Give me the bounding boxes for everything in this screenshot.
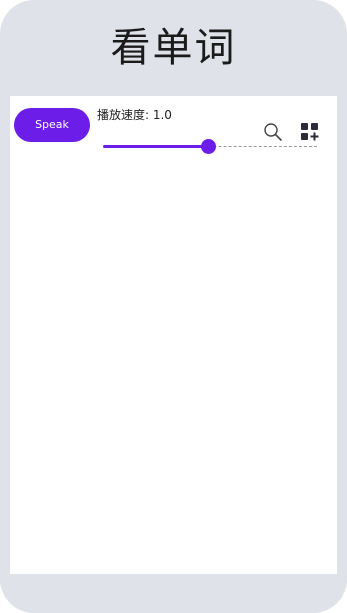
bottom-bar bbox=[0, 574, 347, 613]
phone-frame: 看单词 Speak 播放速度: 1.0 bbox=[0, 0, 347, 613]
search-icon[interactable] bbox=[263, 122, 283, 142]
slider-fill bbox=[103, 145, 208, 148]
slider-thumb[interactable] bbox=[201, 139, 216, 154]
main-content: Speak 播放速度: 1.0 bbox=[10, 96, 337, 574]
speak-button[interactable]: Speak bbox=[14, 108, 90, 142]
grid-add-icon[interactable] bbox=[300, 122, 320, 142]
speed-slider[interactable] bbox=[103, 138, 317, 156]
page-title: 看单词 bbox=[110, 25, 237, 71]
speed-label: 播放速度: 1.0 bbox=[97, 108, 172, 122]
